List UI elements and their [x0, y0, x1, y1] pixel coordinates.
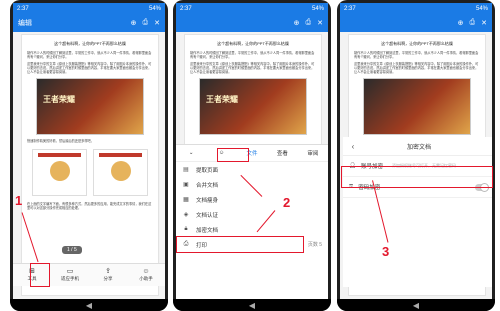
print-page-count: 页数 5	[307, 242, 322, 248]
top-bar: ⊕ ⎙ ✕	[176, 14, 328, 32]
status-battery: 54%	[148, 5, 161, 12]
step-marker-1: 1	[15, 193, 23, 208]
menu-tabs: ⌄ ☺ 文件 查看 审阅	[176, 145, 328, 162]
status-time: 2:37	[180, 5, 192, 12]
doc-paragraph: 这里我来分享的文章《原创上衣服装搭配》等相关内容中，除了用图片本身的操作外，可以…	[190, 62, 315, 74]
nav-bar: ◀	[173, 299, 331, 311]
back-icon[interactable]: ◀	[249, 301, 255, 310]
nav-bar: ◀	[337, 299, 495, 311]
menu-item-certify[interactable]: ◈ 文档认证	[176, 207, 328, 222]
share-icon[interactable]: ⎙	[143, 19, 149, 27]
menu-item-extract[interactable]: ▤ 提取页面	[176, 162, 328, 177]
document-image: 王者荣耀	[36, 78, 144, 135]
phone-3: 2:37 54% ⊕ ⎙ ✕ 这个超有料啊，让你的PPT不再那么枯燥 制作不少人…	[337, 0, 495, 311]
slim-icon: ▦	[183, 197, 189, 203]
phone-icon: ▭	[66, 268, 74, 275]
encrypt-title: 加密文档	[406, 144, 431, 151]
highlight-box-encrypt	[176, 236, 304, 253]
save-icon[interactable]: ⊕	[458, 19, 464, 27]
document-image	[363, 78, 471, 135]
highlight-box-file-tab	[217, 148, 249, 162]
encrypt-header: ‹ 加密文档	[343, 137, 492, 156]
encrypt-panel: ‹ 加密文档 👤︎ 账号加密 添加授权账号可打开，无需记忆密码 ⚿ 密码加密	[343, 137, 492, 287]
status-time: 2:37	[17, 5, 29, 12]
close-icon[interactable]: ✕	[317, 19, 323, 27]
image-caption: 王者荣耀	[206, 95, 238, 104]
doc-paragraph: 制作不少人的时候回了解到这里，平常的工作中，就从不少人同一件事情，看得那里面会有…	[190, 51, 315, 59]
document-page: 这个超有料啊，让你的PPT不再那么枯燥 制作不少人的时候回了解到这里，平常的工作…	[21, 34, 159, 296]
doc-paragraph: 在上面的文字编写下面，有很多种方式，然后更多的应用，能完成文字的事情，我们在这里…	[27, 202, 152, 210]
share-icon: ⇪	[105, 268, 111, 275]
image-caption: 王者荣耀	[43, 95, 75, 104]
top-bar: 编辑 ⊕ ⎙ ✕	[13, 14, 165, 32]
share-icon[interactable]: ⎙	[306, 19, 312, 27]
tab-view[interactable]: 查看	[267, 149, 297, 157]
phone-3-screen: 2:37 54% ⊕ ⎙ ✕ 这个超有料啊，让你的PPT不再那么枯燥 制作不少人…	[340, 3, 492, 299]
highlight-box-tools	[30, 263, 50, 287]
menu-item-encrypt[interactable]: 🔒︎ 加密文档	[176, 222, 328, 237]
share-icon[interactable]: ⎙	[470, 19, 476, 27]
lock-icon: 🔒︎	[184, 226, 188, 232]
menu-item-slim[interactable]: ▦ 文档瘦身	[176, 192, 328, 207]
food-card	[32, 149, 87, 196]
collapse-icon[interactable]: ⌄	[176, 150, 206, 156]
back-icon[interactable]: ◀	[413, 301, 419, 310]
doc-paragraph: 这里我来分享的文章《原创上衣服装搭配》等相关内容中，除了用图片本身的操作外，可以…	[354, 62, 479, 74]
doc-title: 这个超有料啊，让你的PPT不再那么枯燥	[381, 41, 453, 46]
doc-title: 这个超有料啊，让你的PPT不再那么枯燥	[54, 41, 126, 46]
menu-item-merge[interactable]: ▣ 合并文档	[176, 177, 328, 192]
save-icon[interactable]: ⊕	[131, 19, 137, 27]
doc-paragraph: 制作不少人的时候回了解到这里，平常的工作中，就从不少人同一件事情，看得那里面会有…	[354, 51, 479, 59]
status-time: 2:37	[344, 5, 356, 12]
doc-paragraph: 制作不少人的时候回了解到这里，平常的工作中，就从不少人同一件事情，看得那里面会有…	[27, 51, 152, 59]
nav-bar: ◀	[10, 299, 168, 311]
doc-paragraph: 这里我来分享的文章《原创上衣服装搭配》等相关内容中，除了用图片本身的操作外，可以…	[27, 62, 152, 74]
extract-icon: ▤	[183, 167, 189, 173]
highlight-box-account	[341, 166, 493, 188]
image-cards	[32, 149, 148, 196]
close-icon[interactable]: ✕	[481, 19, 487, 27]
top-bar: ⊕ ⎙ ✕	[340, 14, 492, 32]
step-marker-2: 2	[283, 195, 291, 210]
doc-paragraph: 快速制作精美的好看，然后最后的还是多样吧，	[27, 139, 94, 143]
fit-phone-button[interactable]: ▭ 适应手机	[51, 264, 89, 286]
close-icon[interactable]: ✕	[154, 19, 160, 27]
assistant-icon: ☺	[142, 268, 150, 275]
status-bar: 2:37 54%	[340, 3, 492, 14]
merge-icon: ▣	[183, 182, 189, 188]
step-marker-3: 3	[382, 244, 390, 259]
back-icon[interactable]: ◀	[86, 301, 92, 310]
status-battery: 54%	[475, 5, 488, 12]
menu-sheet: ⌄ ☺ 文件 查看 审阅 ▤ 提取页面 ▣ 合并文档 ▦ 文档瘦身 ◈ 文档认证 🔒︎ 加…	[176, 144, 328, 300]
phone-2: 2:37 54% ⊕ ⎙ ✕ 这个超有料啊，让你的PPT不再那么枯燥 制作不少人…	[173, 0, 331, 311]
tab-review[interactable]: 审阅	[298, 149, 328, 157]
back-arrow-icon[interactable]: ‹	[343, 142, 363, 151]
doc-title: 这个超有料啊，让你的PPT不再那么枯燥	[217, 41, 289, 46]
document-image: 王者荣耀	[199, 78, 307, 135]
page-indicator: 1 / 5	[62, 246, 82, 254]
share-button[interactable]: ⇪ 分享	[89, 264, 127, 286]
page-title: 编辑	[18, 20, 32, 27]
status-battery: 54%	[311, 5, 324, 12]
assistant-button[interactable]: ☺ 小助手	[127, 264, 165, 286]
status-bar: 2:37 54%	[13, 3, 165, 14]
certify-icon: ◈	[183, 212, 189, 218]
save-icon[interactable]: ⊕	[294, 19, 300, 27]
food-card	[93, 149, 148, 196]
status-bar: 2:37 54%	[176, 3, 328, 14]
